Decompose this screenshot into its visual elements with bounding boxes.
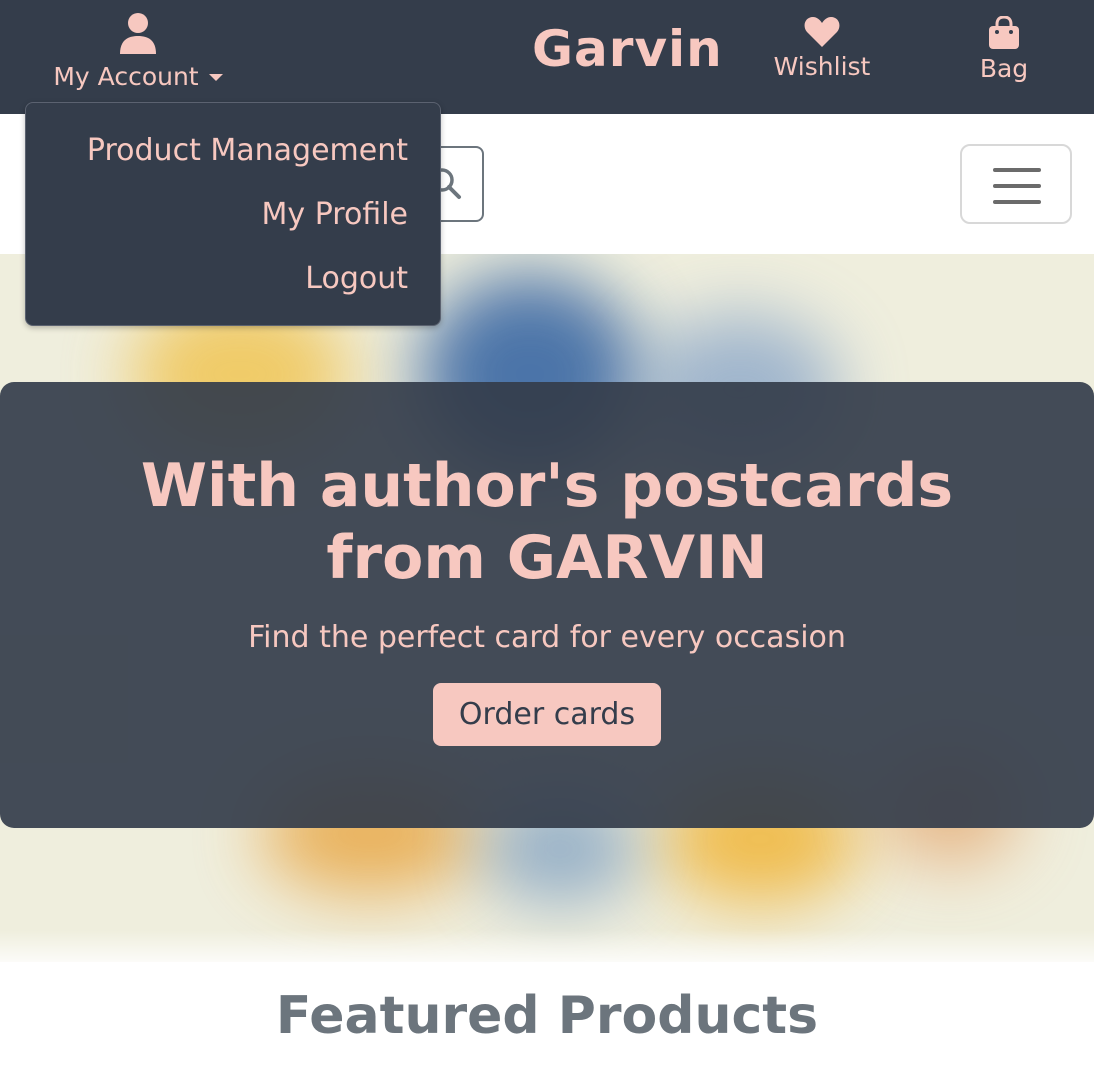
caret-down-icon [208,74,223,81]
menu-item-my-profile[interactable]: My Profile [26,191,440,255]
hamburger-line [993,184,1041,188]
account-dropdown-menu: Product Management My Profile Logout [25,102,441,326]
wishlist-link[interactable]: Wishlist [762,16,882,81]
hamburger-line [993,200,1041,204]
hero-title: With author's postcards from GARVIN [140,451,954,593]
user-icon [120,13,156,54]
shopping-bag-icon [989,16,1019,49]
section-fade [0,930,1094,970]
menu-item-logout[interactable]: Logout [26,255,440,319]
wishlist-label: Wishlist [773,52,871,81]
heart-icon [804,17,840,47]
order-cards-button[interactable]: Order cards [432,683,662,746]
bag-link[interactable]: Bag [954,16,1054,83]
my-account-label: My Account [53,62,199,91]
hamburger-line [993,168,1041,172]
menu-toggle-button[interactable] [960,144,1072,224]
menu-item-product-management[interactable]: Product Management [26,127,440,191]
bag-label: Bag [979,54,1029,83]
hero-subtitle: Find the perfect card for every occasion [248,620,846,655]
hero-banner: With author's postcards from GARVIN Find… [0,382,1094,828]
my-account-toggle[interactable]: My Account [40,12,236,91]
brand-logo[interactable]: Garvin [532,20,723,78]
hero-section: With author's postcards from GARVIN Find… [0,254,1094,962]
top-navbar: My Account Garvin Wishlist Bag [0,0,1094,114]
featured-products-heading: Featured Products [275,986,819,1046]
